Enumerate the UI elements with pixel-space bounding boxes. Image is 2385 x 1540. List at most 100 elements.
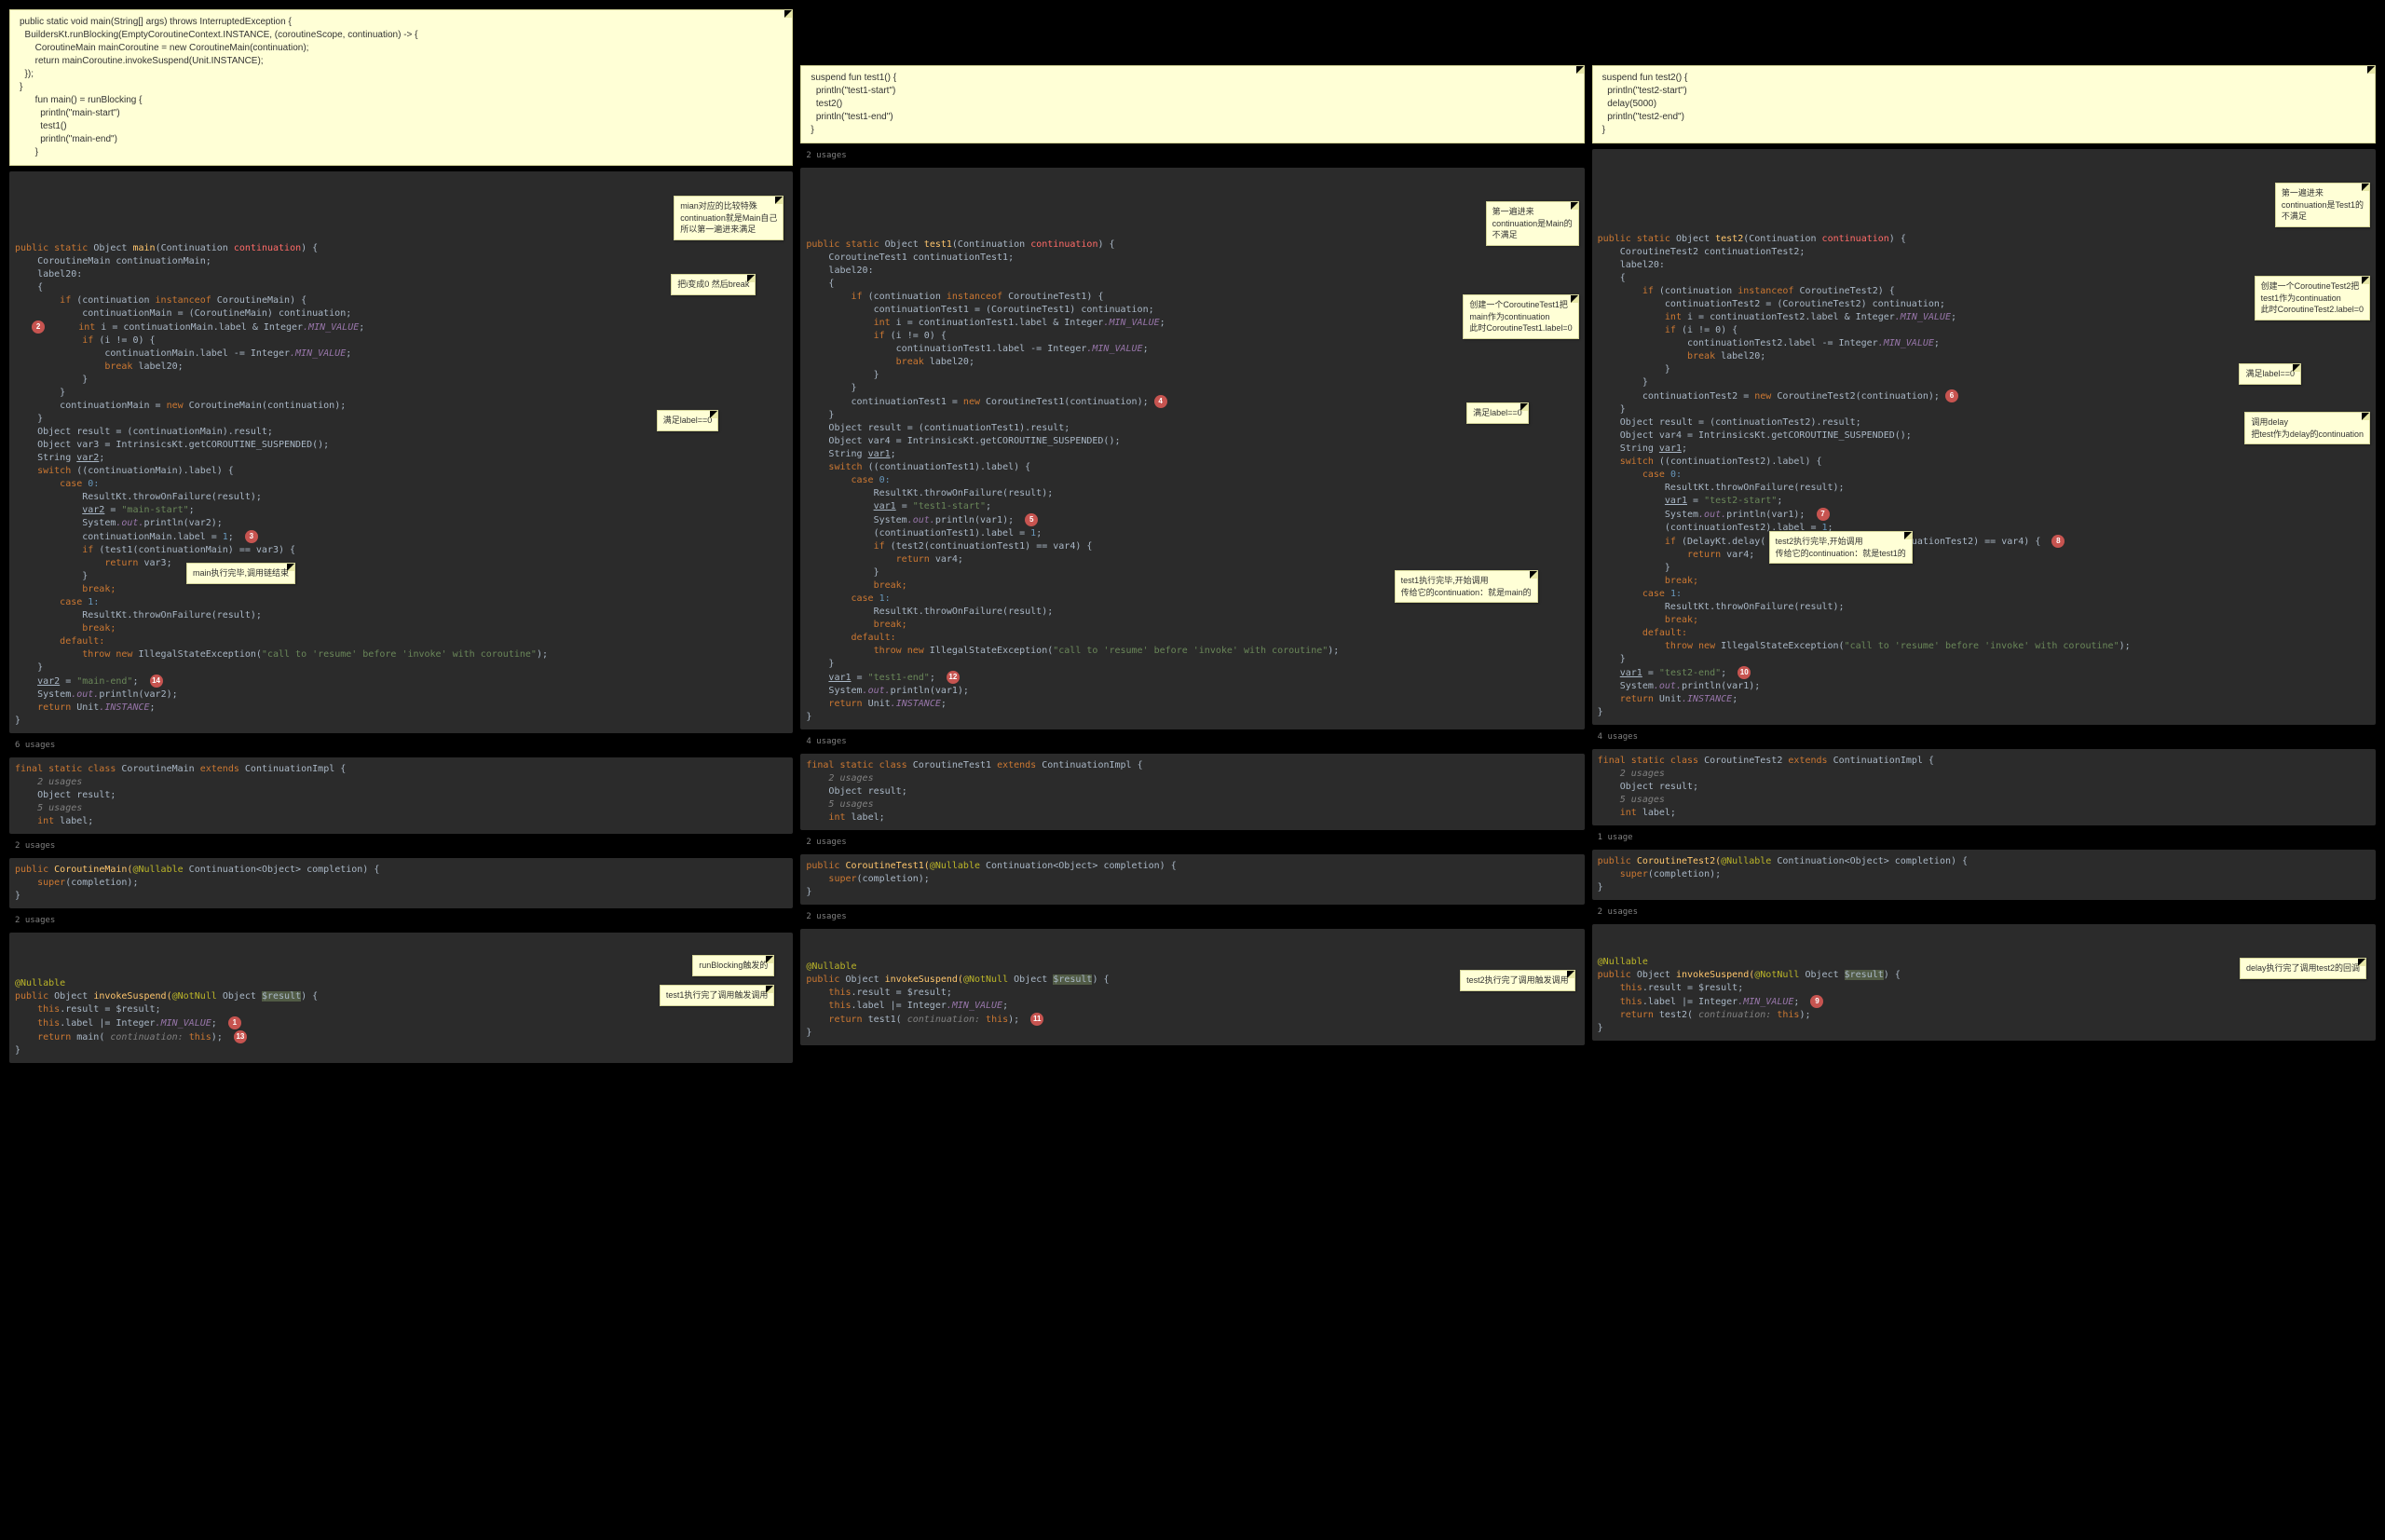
- kw-new-t1: new: [963, 397, 980, 407]
- kw-if-t1: if: [852, 292, 863, 302]
- annotation-label0: 满足label==0: [657, 410, 719, 431]
- sys2-t2: System: [1620, 681, 1654, 691]
- inst-t1: .INSTANCE: [891, 699, 941, 709]
- rv4-t2: return: [1687, 550, 1726, 560]
- code-invokeSuspend-main: runBlocking触发的 test1执行完了调用触发调用 @Nullable…: [9, 933, 793, 1063]
- rv4-t1: return: [896, 554, 935, 565]
- cast-t2: continuationTest2 = (CoroutineTest2) con…: [1665, 299, 1945, 309]
- ctc-t2: CoroutineTest2(: [1637, 856, 1721, 866]
- hint-2usages-is-t1: 2 usages: [800, 910, 1584, 923]
- str-t2s: "test2-start": [1704, 496, 1777, 506]
- oa-t1: Object: [1014, 974, 1047, 985]
- min2-t1: .MIN_VALUE: [1086, 344, 1142, 354]
- msg-t1: "call to 'resume' before 'invoke' with c…: [1053, 646, 1328, 656]
- sys-t2: System: [1665, 510, 1698, 520]
- ins-t2: instanceof: [1738, 286, 1793, 296]
- kw-throw: throw new: [82, 649, 132, 660]
- kw-instanceof: instanceof: [156, 295, 211, 306]
- ann-notnull: @NotNull: [172, 991, 217, 1002]
- annotation-label0-t1: 满足label==0: [1466, 402, 1529, 424]
- kw-public-static: public static: [15, 243, 88, 253]
- call-main: main(: [76, 1032, 104, 1043]
- min3-t1: .MIN_VALUE: [947, 1001, 1002, 1011]
- badge-8: 8: [2051, 535, 2065, 548]
- unit-t1: Unit: [868, 699, 891, 709]
- ctn-t2: CoroutineTest2: [1704, 756, 1782, 766]
- brk2-t1: break;: [874, 580, 907, 591]
- c1n-t2: 1:: [1670, 589, 1682, 599]
- annotation-new-ct2: 创建一个CoroutineTest2把 test1作为continuation …: [2255, 276, 2370, 320]
- obj2-t1: Object: [845, 974, 879, 985]
- code-test1-method: 第一遍进来 continuation是Main的 不满足 创建一个Corouti…: [800, 168, 1584, 729]
- num-1: 1: [223, 532, 228, 542]
- v1d-t1: String: [828, 449, 867, 459]
- brk2-t2: break;: [1665, 576, 1698, 586]
- out2-t1: .out.: [863, 686, 891, 696]
- badge-10: 10: [1738, 666, 1751, 679]
- hint-2u: 2 usages: [37, 777, 82, 787]
- str-main-end: "main-end": [76, 676, 132, 687]
- u2b-t2: 2 usages: [1620, 769, 1665, 779]
- is-t2: invokeSuspend(: [1676, 970, 1754, 980]
- u2b-t1: 2 usages: [828, 773, 873, 784]
- hint-2usages-is-t2: 2 usages: [1592, 906, 2376, 919]
- ise-t1: IllegalStateException(: [930, 646, 1053, 656]
- def-t1: default:: [852, 633, 896, 643]
- println2-arg: (var2);: [138, 689, 177, 700]
- annotation-delay: 调用delay 把test作为delay的continuation: [2244, 412, 2370, 444]
- note-main-source: public static void main(String[] args) t…: [9, 9, 793, 166]
- ctor-name: CoroutineMain(: [54, 865, 132, 875]
- out-t2: .out.: [1698, 510, 1726, 520]
- code-invokeSuspend-test2: delay执行完了调用test2的回调 @Nullable public Obj…: [1592, 924, 2376, 1041]
- tof2-t1: ResultKt.throwOnFailure(result);: [874, 606, 1054, 617]
- c0n-t2: 0:: [1670, 470, 1682, 480]
- c1-t2: case: [1642, 589, 1665, 599]
- kw-ifi-t1: if: [874, 331, 885, 341]
- badge-5: 5: [1025, 513, 1038, 526]
- inst-t2: .INSTANCE: [1682, 694, 1732, 704]
- v4-t1: Object var4 = IntrinsicsKt.getCOROUTINE_…: [828, 436, 1120, 446]
- line-newcm: CoroutineMain(continuation);: [189, 401, 347, 411]
- code-class-CoroutineMain: final static class CoroutineMain extends…: [9, 757, 793, 834]
- code-invokeSuspend-test1: test2执行完了调用触发调用 @Nullable public Object …: [800, 929, 1584, 1045]
- println-arg: (var2);: [184, 518, 223, 528]
- int-t2: int: [1665, 312, 1682, 322]
- kw-break2: break;: [82, 584, 116, 594]
- kw-this: this: [189, 1032, 211, 1043]
- int2-t2: int: [1620, 808, 1637, 818]
- kw-if-test1: if: [82, 545, 93, 555]
- cont-t1: (Continuation: [952, 239, 1025, 250]
- hint-1usage-t2: 1 usage: [1592, 831, 2376, 844]
- badge-2: 2: [32, 320, 45, 334]
- ores-t1: Object result;: [828, 786, 906, 797]
- call-test1: (test1(continuationMain) == var3) {: [99, 545, 295, 555]
- coa-t1: Continuation<Object> completion) {: [986, 861, 1177, 871]
- column-test1: suspend fun test1() { println("test1-sta…: [800, 9, 1584, 1063]
- decl-var2-type: String: [37, 453, 76, 463]
- hint-2usages-b: 2 usages: [9, 839, 793, 852]
- c1-t1: case: [852, 593, 874, 604]
- code-main-method: mian对应的比较特殊 continuation就是Main自己 所以第一遍进来…: [9, 171, 793, 733]
- vp2-t2: (var1);: [1721, 681, 1760, 691]
- line-var3: Object var3 = IntrinsicsKt.getCOROUTINE_…: [37, 440, 329, 450]
- spacer2: [1592, 9, 2376, 60]
- iline-t1: i = continuationTest1.label & Integer: [896, 318, 1104, 328]
- str-main-start: "main-start": [121, 505, 188, 515]
- line-sub: continuationMain.label -= Integer: [104, 348, 290, 359]
- min3-t2: .MIN_VALUE: [1738, 997, 1793, 1007]
- res-t2: Object result = (continuationTest2).resu…: [1620, 417, 1861, 428]
- fn-test1: test1: [924, 239, 952, 250]
- type-obj: Object: [54, 991, 88, 1002]
- cimpl-t2: ContinuationImpl {: [1833, 756, 1934, 766]
- kw-public2: public: [15, 991, 48, 1002]
- line-newcm-pre: continuationMain =: [60, 401, 166, 411]
- def-t2: default:: [1642, 628, 1687, 638]
- na-t2: @Nullable: [1721, 856, 1771, 866]
- kw-new: new: [167, 401, 184, 411]
- thr-t2: throw new: [1665, 641, 1715, 651]
- nul-t2: @Nullable: [1598, 957, 1648, 967]
- hint-4usages-t1: 4 usages: [800, 735, 1584, 748]
- tof-t1: ResultKt.throwOnFailure(result);: [874, 488, 1054, 498]
- eq1: =: [104, 505, 121, 515]
- arg-obj: Object: [223, 991, 256, 1002]
